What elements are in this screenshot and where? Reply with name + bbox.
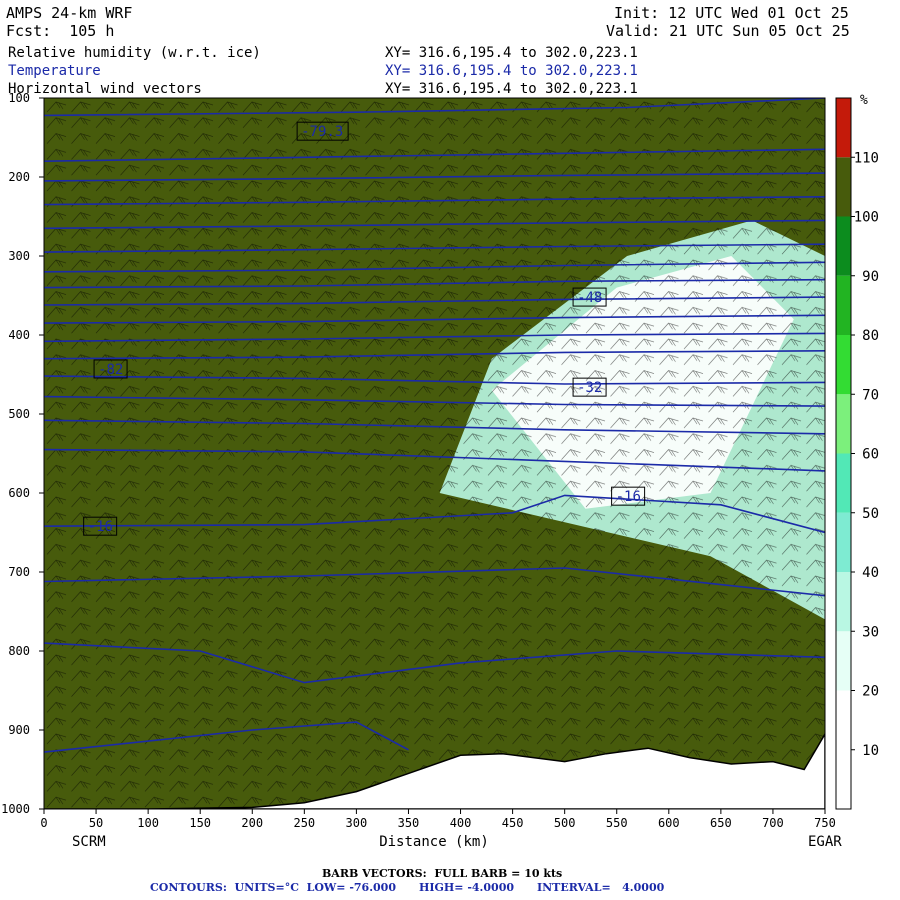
- contour-label: -16: [88, 519, 113, 535]
- contour-label: -32: [577, 380, 602, 396]
- colorbar-swatch: [836, 335, 851, 395]
- colorbar-swatch: [836, 98, 851, 158]
- colorbar-tick-label: 90: [862, 269, 879, 285]
- y-tick-label: 100: [8, 91, 30, 105]
- colorbar-tick-label: 100: [854, 210, 879, 226]
- contour-label: -48: [577, 290, 602, 306]
- x-tick-label: 750: [814, 816, 836, 830]
- colorbar-tick-label: 20: [862, 684, 879, 700]
- x-tick-label: 350: [398, 816, 420, 830]
- colorbar-tick-label: 110: [854, 150, 879, 166]
- y-tick-label: 400: [8, 328, 30, 342]
- x-tick-label: 600: [658, 816, 680, 830]
- y-tick-label: 700: [8, 565, 30, 579]
- x-tick-label: 450: [502, 816, 524, 830]
- y-axis: 100 200 300 400 500 600 700 800 900 1000: [1, 91, 44, 816]
- y-tick-label: 300: [8, 249, 30, 263]
- colorbar-tick-label: 50: [862, 506, 879, 522]
- x-tick-label: 700: [762, 816, 784, 830]
- barb-legend: BARB VECTORS: FULL BARB = 10 kts: [322, 867, 563, 880]
- y-tick-label: 200: [8, 170, 30, 184]
- x-end-label: EGAR: [808, 834, 842, 850]
- y-tick-label: 800: [8, 644, 30, 658]
- colorbar-swatch: [836, 275, 851, 335]
- colorbar-swatch: [836, 572, 851, 632]
- colorbar-swatch: [836, 394, 851, 454]
- wind-barbs: [44, 98, 825, 809]
- y-tick-label: 500: [8, 407, 30, 421]
- y-tick-label: 1000: [1, 802, 30, 816]
- x-axis: 0 50 100 150 200 250 300 350 400 450 500 550 600 650 7…: [40, 809, 836, 830]
- x-tick-label: 500: [554, 816, 576, 830]
- contour-legend: CONTOURS: UNITS=°C LOW= -76.000 HIGH= -4…: [150, 881, 665, 894]
- cross-section-chart: -79.3 -48 -32 -16 -82 -16 0 50 100 150 200 250 300 3…: [1, 91, 879, 850]
- x-start-label: SCRM: [72, 834, 106, 850]
- colorbar-swatch: [836, 453, 851, 513]
- x-tick-label: 300: [346, 816, 368, 830]
- colorbar-tick-label: 40: [862, 565, 879, 581]
- colorbar-tick-label: 70: [862, 387, 879, 403]
- colorbar: 10 20 30 40 50 60 70 80 90 100 110: [835, 97, 879, 810]
- colorbar-swatch: [836, 157, 851, 217]
- colorbar-tick-label: 80: [862, 328, 879, 344]
- colorbar-swatch: [836, 512, 851, 572]
- colorbar-swatch: [836, 631, 851, 691]
- contour-label: -16: [616, 489, 641, 505]
- x-tick-label: 200: [241, 816, 263, 830]
- colorbar-swatch: [836, 749, 851, 809]
- colorbar-tick-label: 60: [862, 447, 879, 463]
- x-tick-label: 650: [710, 816, 732, 830]
- x-tick-label: 50: [89, 816, 103, 830]
- colorbar-tick-label: 30: [862, 624, 879, 640]
- colorbar-tick-label: 10: [862, 743, 879, 759]
- colorbar-unit: %: [860, 93, 868, 108]
- x-tick-label: 0: [40, 816, 47, 830]
- x-tick-label: 550: [606, 816, 628, 830]
- x-tick-label: 150: [189, 816, 211, 830]
- x-tick-label: 250: [293, 816, 315, 830]
- colorbar-swatch: [836, 690, 851, 750]
- contour-label: -79.3: [301, 124, 343, 140]
- x-tick-label: 100: [137, 816, 159, 830]
- x-axis-label: Distance (km): [379, 834, 489, 850]
- x-tick-label: 400: [450, 816, 472, 830]
- colorbar-swatch: [836, 216, 851, 276]
- y-tick-label: 900: [8, 723, 30, 737]
- y-tick-label: 600: [8, 486, 30, 500]
- contour-label: -82: [98, 362, 123, 378]
